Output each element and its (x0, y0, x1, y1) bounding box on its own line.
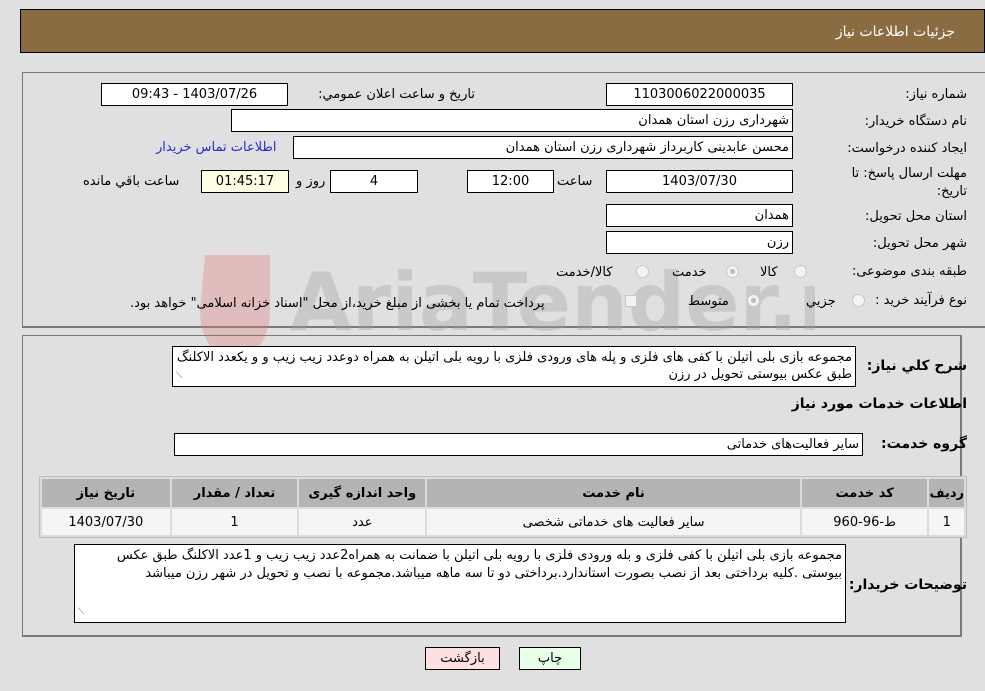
treasury-text: پرداخت تمام یا بخشی از مبلغ خرید،از محل … (130, 296, 545, 311)
process-type-label: نوع فرآیند خرید : (875, 293, 967, 308)
cell-quantity: 1 (171, 509, 298, 535)
services-section-title: اطلاعات خدمات مورد نیاز (791, 396, 967, 412)
summary-text: مجموعه بازی بلی اتیلن با کفی های فلزی و … (176, 350, 852, 382)
city-label: شهر محل تحویل: (872, 236, 967, 251)
summary-textarea[interactable]: مجموعه بازی بلی اتیلن با کفی های فلزی و … (172, 346, 856, 387)
summary-label: شرح کلي نیاز: (866, 358, 967, 374)
service-group-label: گروه خدمت: (881, 436, 967, 452)
buyer-notes-label: توضیحات خریدار: (848, 577, 967, 593)
cell-row-number: 1 (929, 509, 964, 535)
resize-grip-icon[interactable]: ⟋ (176, 368, 182, 385)
creator-field: محسن عابدینی کاربرداز شهرداری رزن استان … (293, 136, 793, 159)
col-row-number: ردیف (929, 479, 964, 507)
deadline-time-field: 12:00 (467, 170, 554, 193)
creator-label: ایجاد کننده درخواست: (847, 141, 967, 156)
remaining-time-field: 01:45:17 (201, 170, 289, 193)
need-number-label: شماره نیاز: (905, 87, 967, 102)
announce-date-label: تاریخ و ساعت اعلان عمومي: (318, 87, 475, 102)
services-table: ردیف کد خدمت نام خدمت واحد اندازه گیری ت… (39, 476, 967, 538)
province-label: استان محل تحویل: (865, 209, 967, 224)
deadline-date-field: 1403/07/30 (606, 170, 793, 193)
process-option-medium: متوسط (688, 294, 729, 309)
cell-need-date: 1403/07/30 (42, 509, 170, 535)
buyer-contact-link[interactable]: اطلاعات تماس خریدار (156, 140, 276, 155)
col-quantity: تعداد / مقدار (171, 479, 298, 507)
col-service-code: کد خدمت (801, 479, 928, 507)
announce-date-field: 1403/07/26 - 09:43 (101, 83, 288, 106)
category-option-goods: کالا (760, 265, 778, 280)
days-label: روز و (296, 174, 326, 189)
buyer-notes-textarea[interactable]: مجموعه بازی بلی اتیلن با کفی فلزی و بله … (74, 544, 846, 623)
remaining-time-label: ساعت باقي مانده (83, 174, 180, 189)
page-title: جزئیات اطلاعات نیاز (835, 24, 955, 40)
buyer-org-field: شهرداری رزن استان همدان (231, 109, 793, 132)
deadline-label: مهلت ارسال پاسخ: تا (851, 166, 967, 181)
deadline-time-label: ساعت (557, 174, 593, 189)
col-need-date: تاریخ نیاز (42, 479, 170, 507)
table-header-row: ردیف کد خدمت نام خدمت واحد اندازه گیری ت… (42, 479, 964, 507)
need-number-field: 1103006022000035 (606, 83, 793, 106)
category-option-service: خدمت (672, 265, 707, 280)
category-radio-service[interactable] (726, 265, 739, 278)
process-radio-minor[interactable] (852, 294, 865, 307)
cell-service-name: سایر فعالیت های خدماتی شخصی (427, 509, 800, 535)
cell-unit: عدد (299, 509, 426, 535)
cell-service-code: ط-96-960 (801, 509, 928, 535)
resize-grip-icon[interactable]: ⟋ (78, 603, 84, 621)
category-option-goods-service: کالا/خدمت (556, 265, 613, 280)
col-unit: واحد اندازه گیری (299, 479, 426, 507)
buyer-notes-text: مجموعه بازی بلی اتیلن با کفی فلزی و بله … (116, 548, 842, 581)
col-service-name: نام خدمت (427, 479, 800, 507)
table-row: 1 ط-96-960 سایر فعالیت های خدماتی شخصی ع… (42, 509, 964, 535)
back-button[interactable]: بازگشت (425, 647, 500, 670)
category-radio-goods-service[interactable] (636, 265, 649, 278)
buyer-org-label: نام دستگاه خریدار: (864, 114, 967, 129)
province-field: همدان (606, 204, 793, 227)
process-radio-medium[interactable] (747, 294, 760, 307)
category-label: طبقه بندی موضوعی: (851, 264, 967, 279)
treasury-checkbox[interactable] (625, 295, 637, 307)
process-option-minor: جزيي (806, 294, 836, 309)
print-button[interactable]: چاپ (519, 647, 581, 670)
service-group-field: سایر فعالیت‌های خدماتی (174, 433, 863, 456)
days-remaining-field: 4 (330, 170, 418, 193)
city-field: رزن (606, 231, 793, 254)
deadline-label-date: تاریخ: (936, 184, 967, 199)
category-radio-goods[interactable] (794, 265, 807, 278)
